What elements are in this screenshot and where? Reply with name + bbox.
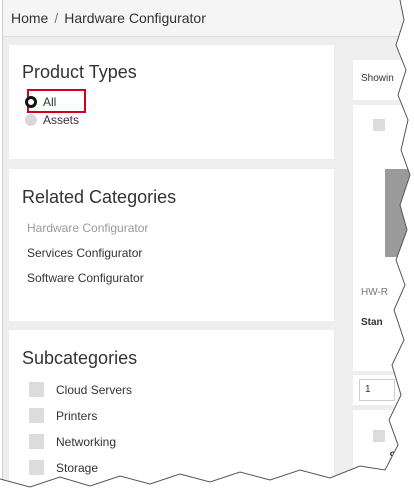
breadcrumb: Home / Hardware Configurator [3, 0, 410, 37]
radio-assets-label: Assets [43, 113, 80, 127]
subcategory-label: Storage [56, 460, 99, 475]
category-services-configurator[interactable]: Services Configurator [27, 246, 142, 260]
product-image [385, 169, 410, 257]
page-frame: Home / Hardware Configurator Product Types… [2, 0, 410, 486]
breadcrumb-home-link[interactable]: Home [11, 10, 48, 26]
results-header: Showin [353, 60, 410, 100]
checkbox-icon[interactable] [29, 434, 44, 449]
breadcrumb-current: Hardware Configurator [64, 10, 206, 26]
subcategory-cloud-servers[interactable]: Cloud Servers [29, 382, 132, 397]
radio-unselected-icon [25, 114, 37, 126]
radio-assets[interactable]: Assets [25, 113, 79, 127]
category-software-configurator[interactable]: Software Configurator [27, 271, 144, 285]
product-types-panel: Product Types All Assets [9, 45, 334, 159]
checkbox-icon[interactable] [29, 460, 44, 475]
radio-all-label: All [43, 95, 57, 109]
breadcrumb-separator: / [54, 10, 59, 26]
product-card-2[interactable]: S [353, 410, 410, 486]
sku-text: HW-R [361, 287, 389, 298]
subcategory-label: Printers [56, 408, 98, 423]
product-types-title: Product Types [22, 62, 137, 82]
standard-text: Stan [361, 317, 383, 328]
subcategory-storage[interactable]: Storage [29, 460, 98, 475]
category-hardware-configurator[interactable]: Hardware Configurator [27, 221, 148, 235]
subcategory-label: Networking [56, 434, 117, 449]
subcategory-label: Cloud Servers [56, 382, 133, 397]
subcategories-title: Subcategories [22, 348, 138, 368]
subcategory-printers[interactable]: Printers [29, 408, 97, 423]
card-checkbox-icon[interactable] [373, 119, 385, 131]
quantity-input[interactable]: 1 [359, 379, 395, 401]
subcategory-networking[interactable]: Networking [29, 434, 116, 449]
checkbox-icon[interactable] [29, 408, 44, 423]
checkbox-icon[interactable] [29, 382, 44, 397]
related-categories-title: Related Categories [22, 187, 177, 207]
radio-all[interactable]: All [25, 95, 56, 109]
card-2-text: S [389, 448, 399, 464]
product-card[interactable]: HW-R Stan [353, 105, 410, 371]
card-checkbox-icon[interactable] [373, 430, 385, 442]
subcategories-panel: Subcategories Cloud Servers Printers Net… [9, 330, 334, 486]
related-categories-panel: Related Categories Hardware Configurator… [9, 169, 334, 321]
showing-text: Showin [361, 73, 394, 84]
radio-selected-icon [25, 96, 37, 108]
quantity-area: 1 [353, 375, 410, 405]
